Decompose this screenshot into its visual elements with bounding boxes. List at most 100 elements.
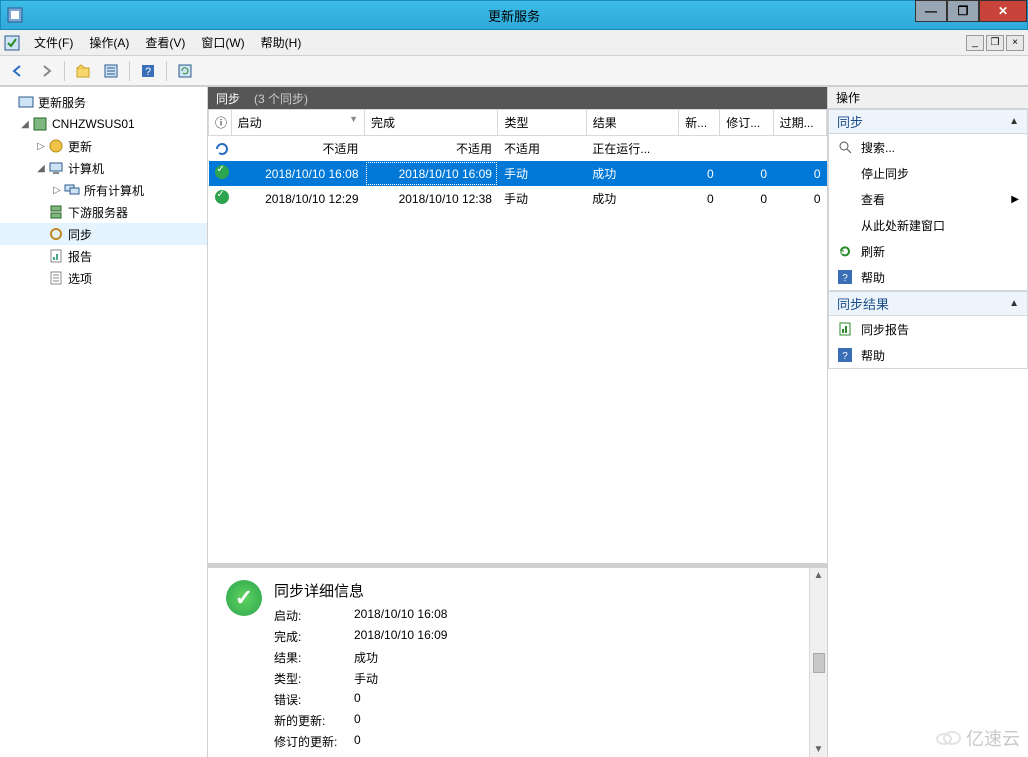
col-expired[interactable]: 过期... bbox=[773, 110, 826, 136]
toolbar-separator bbox=[129, 61, 130, 81]
help-button[interactable]: ? bbox=[136, 59, 160, 83]
sort-desc-icon: ▼ bbox=[349, 114, 358, 124]
close-button[interactable]: ✕ bbox=[979, 0, 1027, 22]
cell-new bbox=[679, 136, 720, 162]
tree-computers[interactable]: ◢ 计算机 bbox=[0, 157, 207, 179]
expander-icon[interactable]: ▷ bbox=[34, 141, 48, 152]
actions-title: 操作 bbox=[828, 87, 1028, 109]
svg-text:?: ? bbox=[842, 273, 848, 284]
properties-button[interactable] bbox=[99, 59, 123, 83]
table-row[interactable]: 2018/10/10 16:082018/10/10 16:09手动成功000 bbox=[209, 161, 827, 186]
detail-value: 2018/10/10 16:09 bbox=[354, 628, 447, 645]
col-result[interactable]: 结果 bbox=[586, 110, 678, 136]
actions-panel: 操作 同步 ▲ 搜索... 停止同步 查看 ▶ 从此处新建窗口 bbox=[828, 87, 1028, 757]
col-start[interactable]: 启动▼ bbox=[231, 110, 364, 136]
main-area: 更新服务 ◢ CNHZWSUS01 ▷ 更新 ◢ 计算机 ▷ 所有计算机 下游服… bbox=[0, 86, 1028, 757]
minimize-button[interactable]: — bbox=[915, 0, 947, 22]
mdi-close-button[interactable]: × bbox=[1006, 35, 1024, 51]
mdi-restore-button[interactable]: ❐ bbox=[986, 35, 1004, 51]
table-row[interactable]: 不适用不适用不适用正在运行... bbox=[209, 136, 827, 162]
expander-icon[interactable]: ◢ bbox=[18, 119, 32, 130]
detail-value: 成功 bbox=[354, 649, 447, 666]
scroll-up-icon[interactable]: ▲ bbox=[814, 570, 824, 581]
detail-label: 启动: bbox=[274, 607, 354, 624]
detail-value: 手动 bbox=[354, 670, 447, 687]
menu-file[interactable]: 文件(F) bbox=[26, 31, 81, 54]
tree-server[interactable]: ◢ CNHZWSUS01 bbox=[0, 113, 207, 135]
col-revised[interactable]: 修订... bbox=[720, 110, 773, 136]
help-icon: ? bbox=[837, 269, 853, 285]
action-sync-report[interactable]: 同步报告 bbox=[829, 316, 1027, 342]
detail-value: 0 bbox=[354, 733, 447, 750]
toolbar-separator bbox=[64, 61, 65, 81]
center-panel: 同步 (3 个同步) ⓘ 启动▼ 完成 类型 结果 新... bbox=[208, 87, 828, 757]
tree-updates[interactable]: ▷ 更新 bbox=[0, 135, 207, 157]
table-row[interactable]: 2018/10/10 12:292018/10/10 12:38手动成功000 bbox=[209, 186, 827, 211]
tree-root[interactable]: 更新服务 bbox=[0, 91, 207, 113]
success-icon: ✓ bbox=[226, 580, 262, 616]
action-help-2[interactable]: ? 帮助 bbox=[829, 342, 1027, 368]
menu-help[interactable]: 帮助(H) bbox=[253, 31, 310, 54]
details-title: 同步详细信息 bbox=[274, 580, 447, 601]
col-type[interactable]: 类型 bbox=[498, 110, 586, 136]
reports-icon bbox=[48, 248, 64, 264]
cell-result: 成功 bbox=[586, 186, 678, 211]
up-button[interactable] bbox=[71, 59, 95, 83]
action-search[interactable]: 搜索... bbox=[829, 134, 1027, 160]
server-icon bbox=[32, 116, 48, 132]
tree-options[interactable]: 选项 bbox=[0, 267, 207, 289]
col-end[interactable]: 完成 bbox=[365, 110, 498, 136]
cell-new: 0 bbox=[679, 161, 720, 186]
collapse-icon[interactable]: ▲ bbox=[1009, 298, 1019, 309]
col-new[interactable]: 新... bbox=[679, 110, 720, 136]
table-header-row: ⓘ 启动▼ 完成 类型 结果 新... 修订... 过期... bbox=[209, 110, 827, 136]
expander-icon[interactable]: ◢ bbox=[34, 163, 48, 174]
tree-downstream[interactable]: 下游服务器 bbox=[0, 201, 207, 223]
cell-start: 不适用 bbox=[231, 136, 364, 162]
tree-all-computers[interactable]: ▷ 所有计算机 bbox=[0, 179, 207, 201]
mdi-minimize-button[interactable]: _ bbox=[966, 35, 984, 51]
maximize-button[interactable]: ❐ bbox=[947, 0, 979, 22]
scroll-down-icon[interactable]: ▼ bbox=[814, 744, 824, 755]
back-button[interactable] bbox=[6, 59, 30, 83]
row-status-icon bbox=[209, 186, 232, 211]
svg-text:?: ? bbox=[842, 351, 848, 362]
menu-action[interactable]: 操作(A) bbox=[81, 31, 137, 54]
refresh-icon bbox=[837, 243, 853, 259]
actions-section-head[interactable]: 同步 ▲ bbox=[829, 110, 1027, 134]
scroll-grip[interactable] bbox=[813, 653, 825, 673]
forward-button[interactable] bbox=[34, 59, 58, 83]
tree-label: 所有计算机 bbox=[84, 182, 144, 199]
expander-icon[interactable]: ▷ bbox=[50, 185, 64, 196]
action-stop-sync[interactable]: 停止同步 bbox=[829, 160, 1027, 186]
action-help[interactable]: ? 帮助 bbox=[829, 264, 1027, 290]
tree-reports[interactable]: 报告 bbox=[0, 245, 207, 267]
details-scrollbar[interactable]: ▲ ▼ bbox=[809, 568, 827, 757]
menu-window[interactable]: 窗口(W) bbox=[193, 31, 252, 54]
menu-view[interactable]: 查看(V) bbox=[137, 31, 193, 54]
collapse-icon[interactable]: ▲ bbox=[1009, 116, 1019, 127]
cell-revised bbox=[720, 136, 773, 162]
detail-label: 修订的更新: bbox=[274, 733, 354, 750]
tree-label: 报告 bbox=[68, 248, 92, 265]
list-count: (3 个同步) bbox=[254, 90, 308, 107]
action-view[interactable]: 查看 ▶ bbox=[829, 186, 1027, 212]
actions-section-head[interactable]: 同步结果 ▲ bbox=[829, 292, 1027, 316]
list-header: 同步 (3 个同步) bbox=[208, 87, 827, 109]
computers-icon bbox=[48, 160, 64, 176]
refresh-view-button[interactable] bbox=[173, 59, 197, 83]
titlebar: 更新服务 — ❐ ✕ bbox=[0, 0, 1028, 30]
detail-label: 结果: bbox=[274, 649, 354, 666]
row-status-icon bbox=[209, 161, 232, 186]
col-info[interactable]: ⓘ bbox=[209, 110, 232, 136]
action-refresh[interactable]: 刷新 bbox=[829, 238, 1027, 264]
cell-type: 不适用 bbox=[498, 136, 586, 162]
action-new-window[interactable]: 从此处新建窗口 bbox=[829, 212, 1027, 238]
cell-start: 2018/10/10 16:08 bbox=[231, 161, 364, 186]
cell-end: 2018/10/10 16:09 bbox=[365, 161, 498, 186]
detail-label: 新的更新: bbox=[274, 712, 354, 729]
search-icon bbox=[837, 139, 853, 155]
cell-type: 手动 bbox=[498, 186, 586, 211]
row-status-icon bbox=[209, 136, 232, 162]
tree-sync[interactable]: 同步 bbox=[0, 223, 207, 245]
